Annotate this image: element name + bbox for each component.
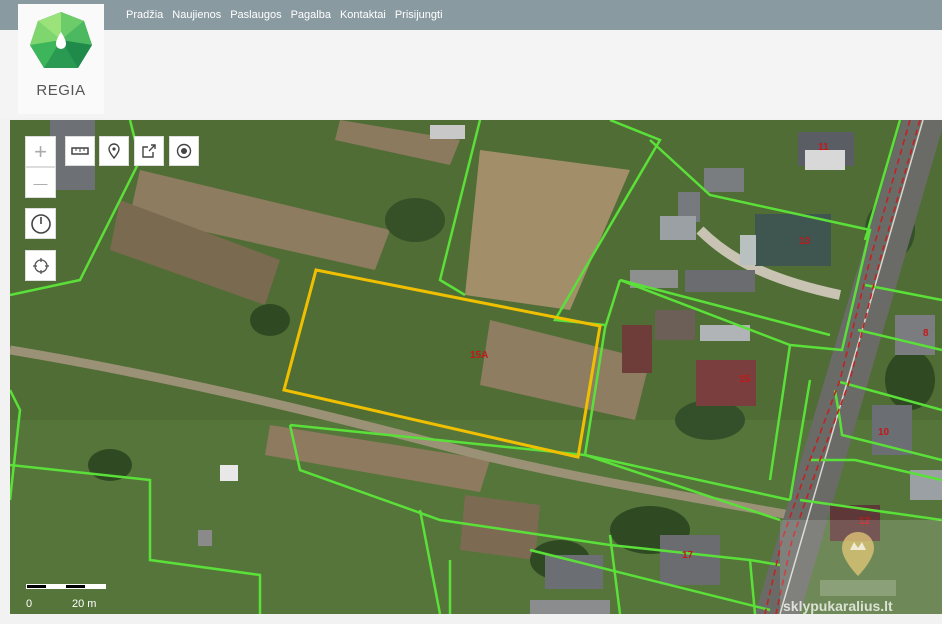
nav-link-pradzia[interactable]: Pradžia [126,9,163,21]
parcel-label-15[interactable]: 15 [739,374,750,385]
building [755,214,831,266]
nav-link-naujienos[interactable]: Naujienos [172,9,221,21]
logo-text: REGIA [36,82,86,99]
regia-logo[interactable]: REGIA [18,4,104,114]
map-pin-icon [108,143,120,159]
zoom-in-button[interactable]: + [25,136,56,167]
parcel-label-10[interactable]: 10 [878,427,889,438]
scale-start-label: 0 [26,598,33,610]
regia-logo-icon [30,12,92,68]
top-navigation-bar: Pradžia Naujienos Paslaugos Pagalba Kont… [0,0,942,30]
share-button[interactable] [134,136,164,166]
building [530,600,610,614]
parcel-label-15A[interactable]: 15A [470,350,488,361]
ruler-icon [71,147,89,155]
measure-tool-button[interactable] [65,136,95,166]
building [895,315,935,355]
main-nav: Pradžia Naujienos Paslaugos Pagalba Kont… [126,0,452,30]
parcel-label-17[interactable]: 17 [682,550,693,561]
clock-icon [30,213,51,234]
building [430,125,465,139]
locate-point-button[interactable] [169,136,199,166]
parcel-label-8[interactable]: 8 [923,328,929,339]
nav-link-prisijungti[interactable]: Prisijungti [395,9,443,21]
geolocate-button[interactable] [25,250,56,281]
nav-link-pagalba[interactable]: Pagalba [291,9,331,21]
marker-tool-button[interactable] [99,136,129,166]
watermark-text: sklypukaralius.lt [783,598,893,614]
parcel-label-11[interactable]: 11 [818,142,829,153]
building [220,465,238,481]
nav-link-paslaugos[interactable]: Paslaugos [230,9,281,21]
building [198,530,212,546]
page-bottom [0,614,942,624]
scale-end-label: 20 m [72,598,97,610]
building [704,168,744,192]
plowed-field [460,495,540,560]
scale-bar [26,584,106,589]
crosshair-icon [32,257,49,274]
history-button[interactable] [25,208,56,239]
parcel-label-13[interactable]: 13 [799,236,810,247]
building [660,216,696,240]
building [655,310,695,340]
zoom-out-button[interactable]: — [25,167,56,198]
building [685,270,755,292]
building [622,325,652,373]
share-icon [142,144,156,158]
nav-link-kontaktai[interactable]: Kontaktai [340,9,386,21]
header-area [0,30,942,118]
target-circle-icon [176,143,192,159]
